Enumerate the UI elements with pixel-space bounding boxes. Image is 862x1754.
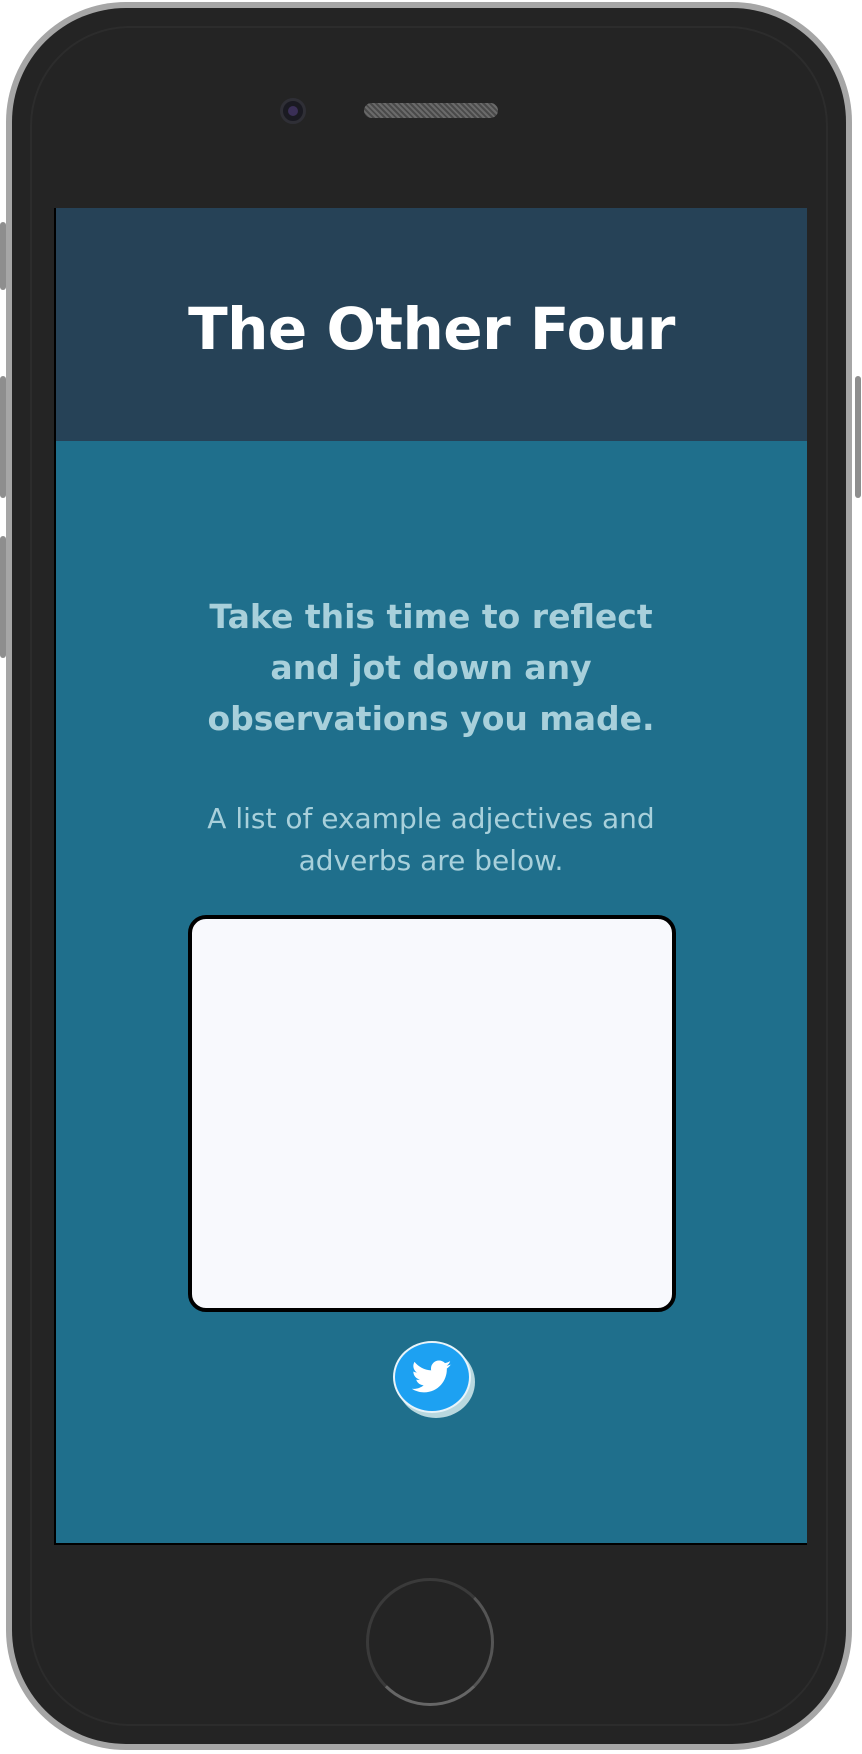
twitter-icon (412, 1360, 452, 1393)
volume-down-button (0, 536, 6, 658)
main-content: Take this time to reflect and jot down a… (56, 441, 807, 1543)
volume-up-button (0, 376, 6, 498)
home-button[interactable] (366, 1578, 494, 1706)
earpiece-speaker (364, 103, 498, 118)
app-header: The Other Four (56, 208, 807, 441)
notes-textarea[interactable] (188, 915, 676, 1312)
reflection-heading: Take this time to reflect and jot down a… (207, 597, 655, 738)
power-button (855, 376, 861, 498)
app-title: The Other Four (188, 294, 675, 363)
screen: The Other Four Take this time to reflect… (54, 208, 807, 1545)
front-camera (280, 98, 306, 124)
silent-switch (0, 222, 6, 290)
reflection-subtext: A list of example adjectives and adverbs… (207, 802, 655, 877)
tweet-button[interactable] (393, 1341, 471, 1413)
